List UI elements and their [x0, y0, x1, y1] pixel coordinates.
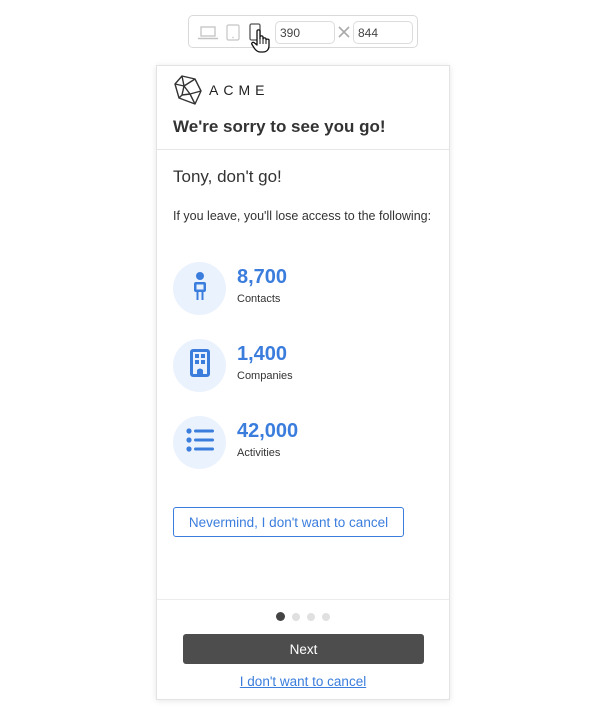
list-icon: [185, 428, 214, 457]
stat-icon-circle: [173, 339, 226, 392]
stat-label: Companies: [237, 370, 293, 382]
acme-logo-icon: [173, 74, 203, 111]
times-icon: [337, 23, 351, 41]
tablet-icon[interactable]: [226, 24, 240, 46]
width-input[interactable]: [275, 21, 335, 44]
dont-cancel-link[interactable]: I don't want to cancel: [157, 674, 449, 689]
stat-value: 42,000: [237, 420, 299, 442]
hand-cursor-icon: [251, 29, 271, 58]
step-indicator: [276, 612, 330, 621]
stat-label: Contacts: [237, 293, 281, 305]
height-input[interactable]: [353, 21, 413, 44]
person-icon: [192, 271, 208, 306]
device-toolbar: [188, 15, 418, 53]
page-title: We're sorry to see you go!: [173, 117, 386, 136]
card-header: ACME We're sorry to see you go!: [157, 66, 449, 150]
cancellation-card: ACME We're sorry to see you go! Tony, do…: [156, 65, 450, 700]
stat-value: 8,700: [237, 266, 288, 288]
nevermind-button[interactable]: Nevermind, I don't want to cancel: [173, 507, 404, 537]
laptop-icon[interactable]: [198, 26, 218, 45]
brand-name: ACME: [209, 82, 270, 98]
stat-companies: 1,400 Companies: [173, 339, 433, 393]
lead-text: If you leave, you'll lose access to the …: [173, 209, 432, 223]
step-dot-3[interactable]: [307, 612, 315, 621]
step-dot-4[interactable]: [322, 612, 330, 621]
stat-contacts: 8,700 Contacts: [173, 262, 433, 316]
step-dot-2[interactable]: [292, 612, 300, 621]
stat-value: 1,400: [237, 343, 288, 365]
stat-activities: 42,000 Activities: [173, 416, 433, 470]
greeting: Tony, don't go!: [173, 167, 282, 186]
card-footer: Next I don't want to cancel: [157, 599, 449, 701]
stat-icon-circle: [173, 416, 226, 469]
building-icon: [189, 349, 210, 382]
step-dot-1[interactable]: [276, 612, 285, 621]
next-button[interactable]: Next: [183, 634, 424, 664]
stat-label: Activities: [237, 447, 281, 459]
stat-icon-circle: [173, 262, 226, 315]
